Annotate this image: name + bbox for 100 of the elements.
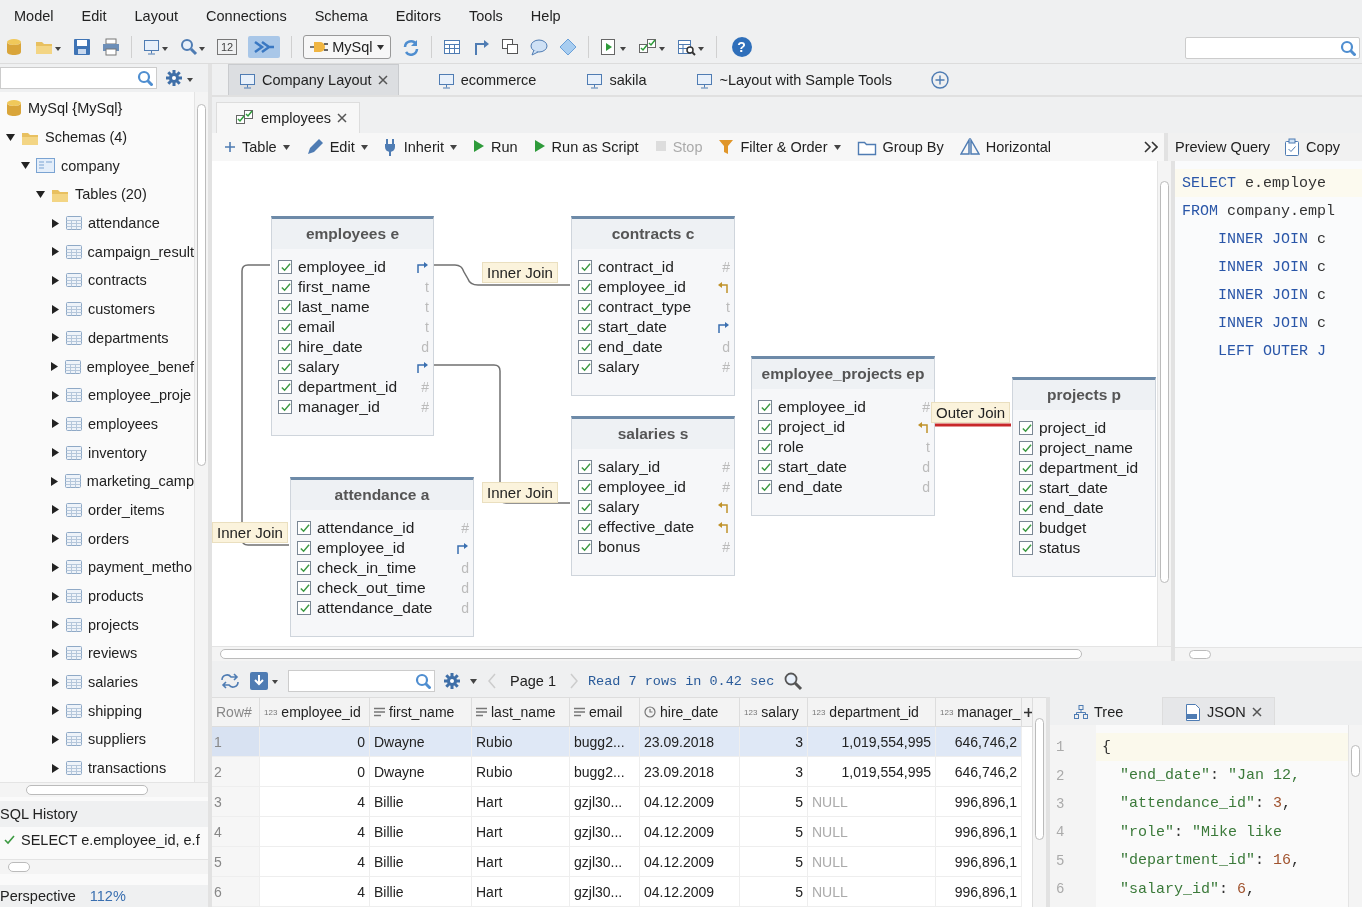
tree-item[interactable]: orders bbox=[88, 530, 130, 547]
line-number: 3 bbox=[1055, 794, 1066, 814]
tree-item[interactable]: company bbox=[61, 157, 120, 174]
layout-tab[interactable]: ~Layout with Sample Tools bbox=[685, 64, 904, 95]
type-mark: t bbox=[425, 279, 429, 295]
help-button[interactable]: ? bbox=[731, 37, 752, 57]
tree-item[interactable]: suppliers bbox=[88, 731, 147, 748]
join-label[interactable]: Inner Join bbox=[212, 522, 288, 543]
copy-button[interactable]: Copy bbox=[1284, 138, 1340, 156]
toolbar-button[interactable]: Edit bbox=[305, 138, 368, 156]
tree-item[interactable]: attendance bbox=[88, 215, 160, 232]
tree-item[interactable]: reviews bbox=[88, 645, 138, 662]
table-cell: 04.12.2009 bbox=[640, 877, 740, 907]
tree-item[interactable]: products bbox=[88, 588, 144, 605]
history-entry[interactable]: SELECT e.employee_id, e.f bbox=[21, 832, 200, 848]
tree-item[interactable]: Tables (20) bbox=[75, 186, 147, 203]
column-header[interactable]: first_name bbox=[370, 698, 472, 727]
button-label: Run bbox=[491, 139, 518, 155]
tree-item[interactable]: campaign_result bbox=[87, 243, 194, 260]
toolbar-button[interactable]: Horizontal bbox=[959, 138, 1052, 156]
tree-item[interactable]: payment_metho bbox=[88, 559, 192, 576]
table-cell: gzjl30... bbox=[570, 787, 640, 817]
column-name: employee_id bbox=[598, 478, 686, 496]
join-label[interactable]: Outer Join bbox=[931, 402, 1011, 423]
tab-label: sakila bbox=[609, 72, 647, 88]
column-name: end_date bbox=[778, 478, 843, 496]
column-header[interactable]: last_name bbox=[472, 698, 570, 727]
table-card[interactable]: projects p project_id project_name department_id start_date end_date budget status bbox=[1012, 377, 1156, 577]
column-header[interactable]: 123 manager_ bbox=[936, 698, 1022, 727]
table-card[interactable]: attendance a attendance_id # employee_id check_in_time d check_out_time d attendance_date d bbox=[290, 477, 474, 637]
table-card[interactable]: employee_projects ep employee_id # project_id role t start_date d end_date d bbox=[751, 356, 935, 516]
table-card[interactable]: contracts c contract_id # employee_id contract_type t start_date end_date d salary # bbox=[571, 216, 735, 396]
toolbar-button[interactable]: Table bbox=[224, 139, 290, 155]
table-cell: 1,019,554,995 bbox=[808, 727, 936, 757]
table-cell: 5 bbox=[740, 787, 808, 817]
type-mark: 123 bbox=[264, 707, 278, 717]
menu-item[interactable]: Layout bbox=[134, 7, 179, 24]
button-label: Table bbox=[242, 139, 277, 155]
tree-item[interactable]: inventory bbox=[88, 444, 147, 461]
menu-item[interactable]: Model bbox=[14, 7, 54, 24]
column-name: check_out_time bbox=[317, 579, 426, 597]
viewer-tab[interactable]: Tree bbox=[1050, 698, 1162, 725]
menu-item[interactable]: Help bbox=[530, 7, 561, 24]
tree-item[interactable]: employee_proje bbox=[88, 387, 192, 404]
menu-item[interactable]: Schema bbox=[314, 7, 368, 24]
table-cell: 0 bbox=[260, 727, 370, 757]
menu-item[interactable]: Connections bbox=[206, 7, 287, 24]
table-cell: Dwayne bbox=[370, 757, 472, 787]
button-label: Filter & Order bbox=[740, 139, 828, 155]
table-cell: 4 bbox=[260, 787, 370, 817]
menu-item[interactable]: Tools bbox=[469, 7, 503, 24]
menu-item[interactable]: Editors bbox=[395, 7, 441, 24]
connection-dropdown[interactable]: MySql bbox=[303, 35, 391, 59]
column-name: budget bbox=[1039, 519, 1087, 537]
column-header[interactable]: email bbox=[570, 698, 640, 727]
tree-item[interactable]: employee_benef bbox=[86, 358, 194, 375]
toolbar-button[interactable]: Run as Script bbox=[533, 138, 639, 156]
tree-item[interactable]: transactions bbox=[88, 760, 167, 777]
join-label[interactable]: Inner Join bbox=[482, 262, 558, 283]
tree-item[interactable]: contracts bbox=[88, 272, 147, 289]
toolbar-button[interactable]: Inherit bbox=[383, 138, 457, 156]
type-mark: # bbox=[922, 399, 930, 415]
column-name: salary bbox=[598, 498, 640, 516]
column-header[interactable]: 123 employee_id bbox=[260, 698, 370, 727]
tree-item[interactable]: shipping bbox=[88, 702, 142, 719]
code-line: "salary_id": 6, bbox=[1119, 879, 1257, 900]
code-line: "attendance_id": 3, bbox=[1119, 794, 1293, 815]
tree-item[interactable]: MySql {MySql} bbox=[28, 100, 123, 117]
row-number: 3 bbox=[212, 787, 260, 817]
toolbar-button[interactable]: Run bbox=[473, 138, 518, 156]
table-title: projects p bbox=[1046, 386, 1122, 404]
tree-item[interactable]: departments bbox=[88, 329, 169, 346]
toolbar-button[interactable]: Filter & Order bbox=[718, 138, 841, 156]
table-card[interactable]: employees e employee_id first_name t last_name t email t hire_date d salary department_id # manager_id # bbox=[271, 216, 434, 436]
column-header[interactable]: 123 salary bbox=[740, 698, 808, 727]
layout-tab[interactable]: sakila bbox=[575, 64, 658, 95]
column-name: role bbox=[778, 438, 804, 456]
editor-tab[interactable]: employees bbox=[216, 102, 361, 133]
table-cell: bugg2... bbox=[570, 727, 640, 757]
tree-item[interactable]: Schemas (4) bbox=[45, 129, 128, 146]
table-cell: Billie bbox=[370, 847, 472, 877]
tree-item[interactable]: marketing_camp bbox=[86, 473, 194, 490]
table-card[interactable]: salaries s salary_id # employee_id # salary effective_date bonus # bbox=[571, 416, 735, 576]
tree-item[interactable]: order_items bbox=[88, 501, 165, 518]
join-label[interactable]: Inner Join bbox=[482, 482, 558, 503]
tree-item[interactable]: customers bbox=[88, 301, 155, 318]
toolbar-button[interactable]: Group By bbox=[856, 138, 944, 156]
viewer-tab[interactable]: JSON bbox=[1162, 697, 1275, 725]
layout-tab[interactable]: Company Layout bbox=[228, 64, 399, 95]
tree-item[interactable]: salaries bbox=[88, 674, 138, 691]
table-cell: 3 bbox=[740, 727, 808, 757]
header-label: Row# bbox=[216, 704, 252, 720]
tree-item[interactable]: projects bbox=[88, 616, 139, 633]
column-header[interactable]: hire_date bbox=[640, 698, 740, 727]
column-header[interactable]: 123 department_id bbox=[808, 698, 936, 727]
zoom-level-button[interactable]: 12 bbox=[217, 39, 238, 55]
tree-item[interactable]: employees bbox=[88, 415, 159, 432]
table-cell: 996,896,1 bbox=[936, 877, 1022, 907]
layout-tab[interactable]: ecommerce bbox=[426, 64, 548, 95]
menu-item[interactable]: Edit bbox=[81, 7, 107, 24]
